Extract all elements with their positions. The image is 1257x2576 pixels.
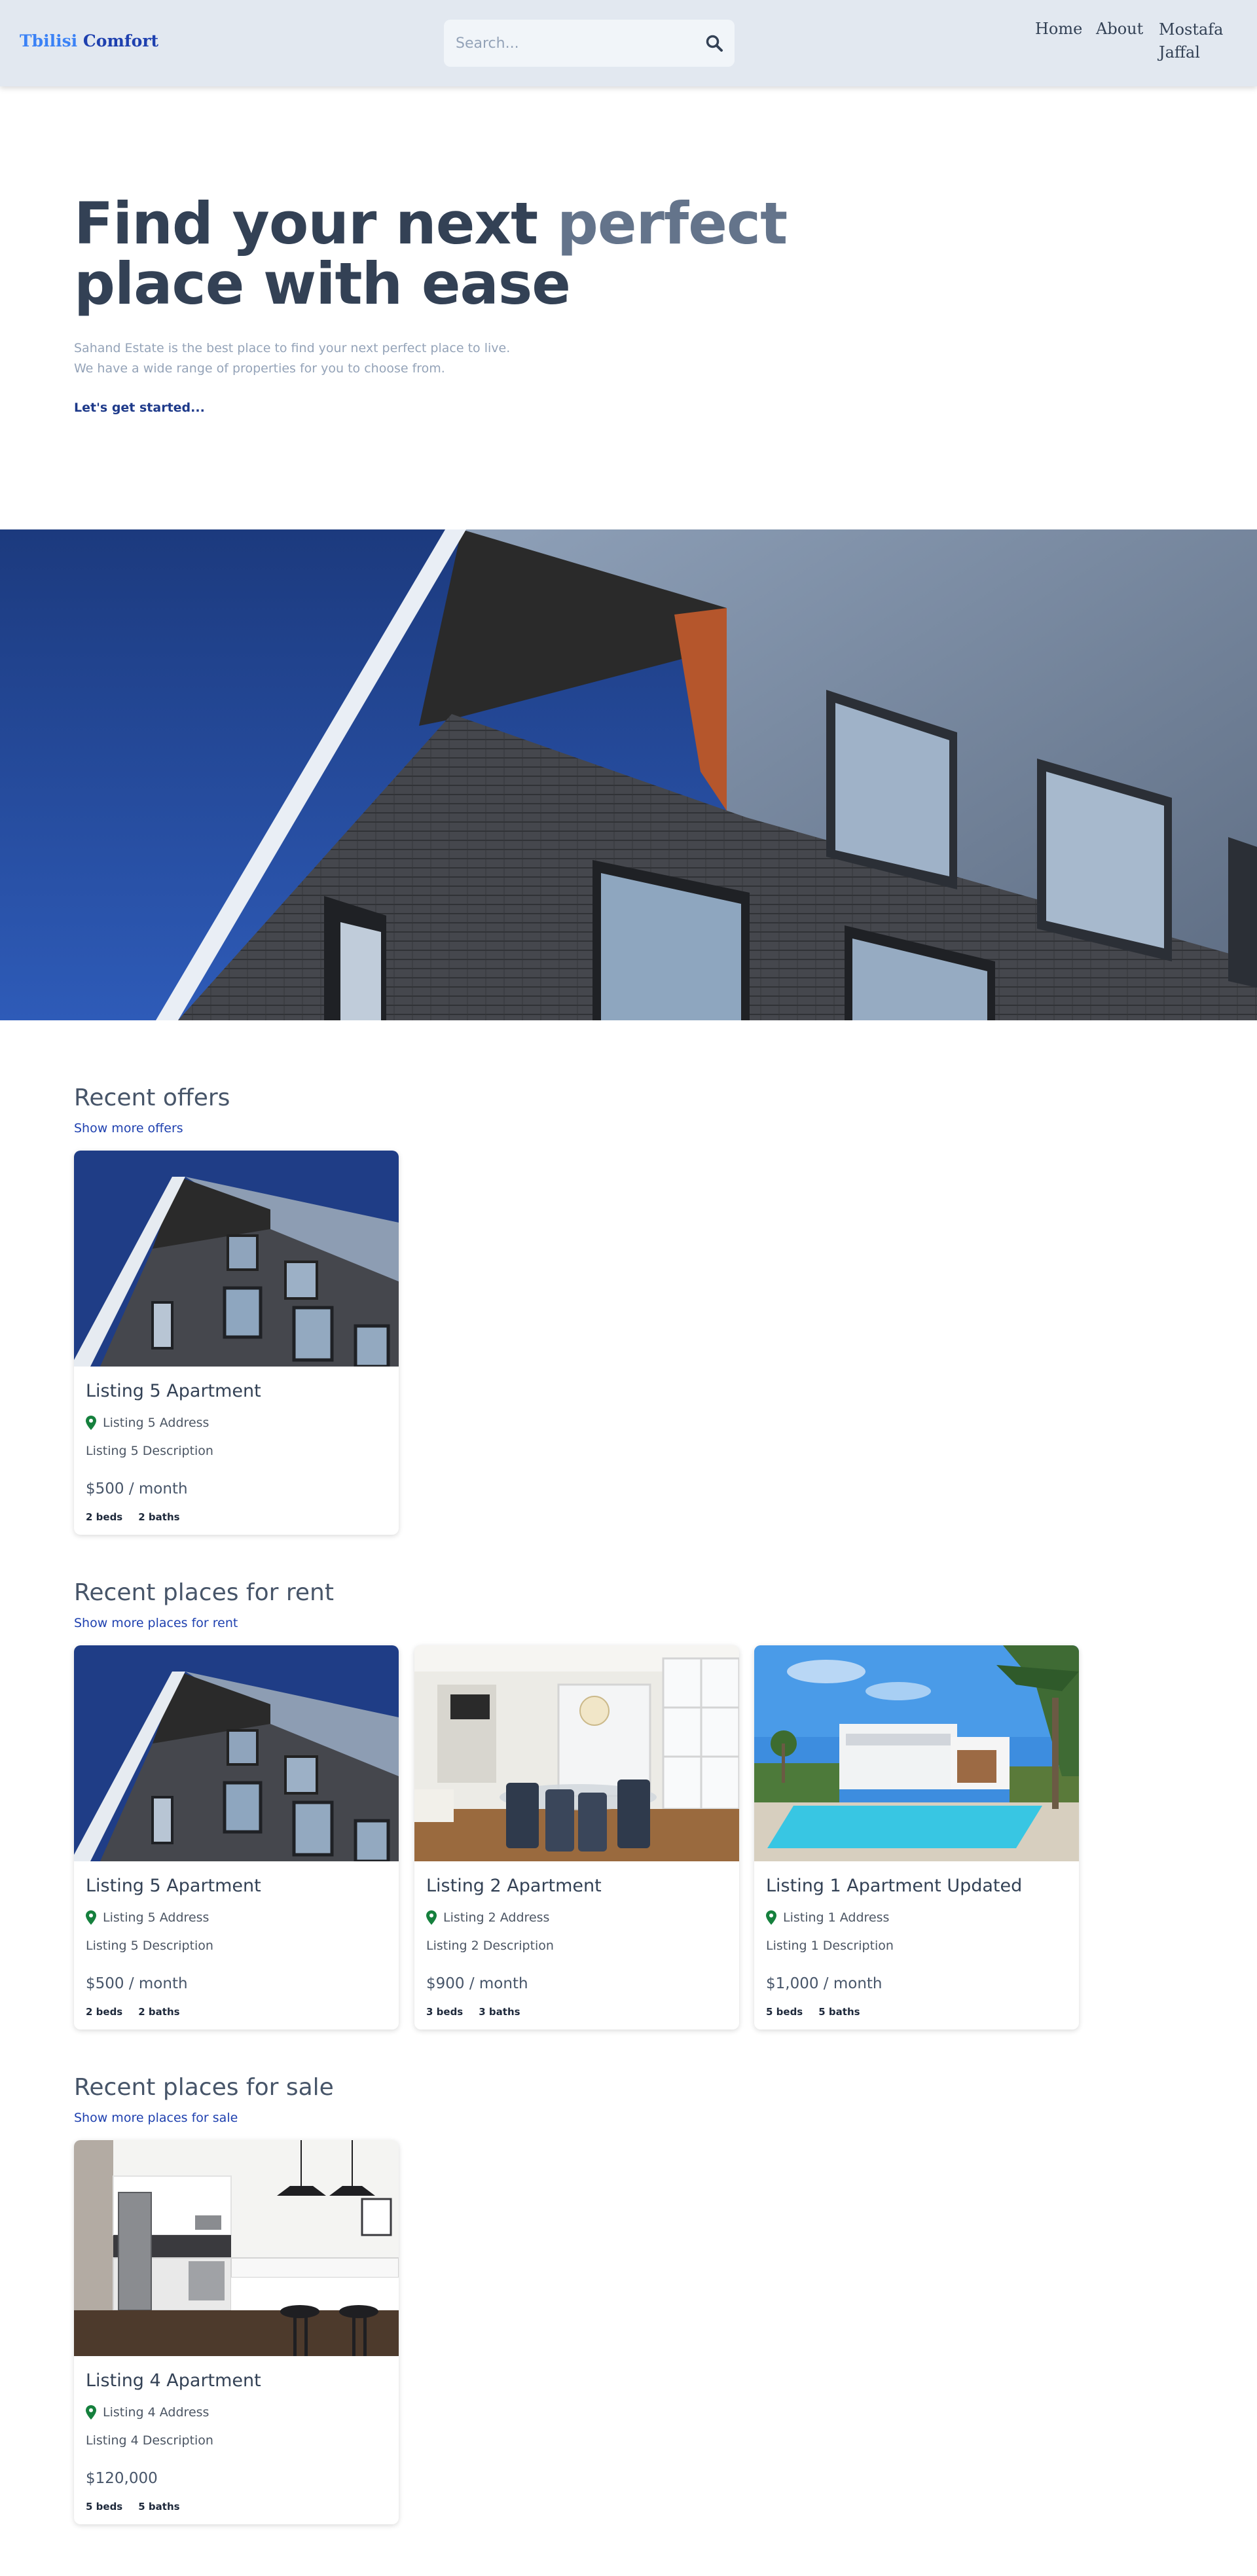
listing-meta: 3 beds 3 baths [426, 2006, 520, 2018]
search-input[interactable] [456, 20, 691, 67]
map-pin-icon [86, 1416, 96, 1430]
listing-baths: 3 baths [479, 2006, 520, 2018]
hero-subtitle-line-2: We have a wide range of properties for y… [74, 361, 445, 376]
hero-title-part-1: Find your next [74, 190, 538, 257]
listing-price: $500 / month [86, 1975, 188, 1992]
listing-price: $500 / month [86, 1480, 188, 1497]
listing-address: Listing 1 Address [766, 1910, 889, 1925]
listing-image [74, 1645, 399, 1861]
listing-meta: 2 beds 2 baths [86, 1511, 180, 1523]
listing-meta: 5 beds 5 baths [766, 2006, 860, 2018]
brand-logo[interactable]: Tbilisi Comfort [20, 31, 158, 50]
listing-title: Listing 2 Apartment [426, 1876, 602, 1896]
listing-address-text: Listing 2 Address [443, 1910, 550, 1925]
show-more-sale-link[interactable]: Show more places for sale [74, 2111, 238, 2125]
site-header: Tbilisi Comfort Home About Mostafa Jaffa… [0, 0, 1257, 86]
map-pin-icon [426, 1910, 437, 1925]
show-more-rent-link[interactable]: Show more places for rent [74, 1616, 238, 1630]
listing-beds: 5 beds [86, 2501, 123, 2513]
listing-meta: 2 beds 2 baths [86, 2006, 180, 2018]
hero-banner-image [0, 529, 1257, 1020]
listing-baths: 5 baths [818, 2006, 860, 2018]
nav-home-link[interactable]: Home [1035, 20, 1082, 38]
show-more-offers-link[interactable]: Show more offers [74, 1121, 183, 1136]
listing-baths: 2 baths [138, 2006, 180, 2018]
listing-image [74, 1151, 399, 1367]
listing-address: Listing 2 Address [426, 1910, 549, 1925]
hero-subtitle: Sahand Estate is the best place to find … [74, 338, 510, 379]
listing-card[interactable]: Listing 2 Apartment Listing 2 Address Li… [414, 1645, 739, 2030]
listing-price: $120,000 [86, 2470, 158, 2487]
hero-title-accent: perfect [556, 190, 788, 257]
hero-title: Find your next perfect place with ease [74, 194, 860, 314]
brand-part-1: Tbilisi [20, 31, 78, 50]
search-bar [444, 20, 735, 67]
listing-meta: 5 beds 5 baths [86, 2501, 180, 2513]
listing-address-text: Listing 4 Address [103, 2405, 210, 2420]
get-started-link[interactable]: Let's get started... [74, 401, 205, 415]
nav-user-link[interactable]: Mostafa Jaffal [1159, 18, 1244, 64]
listing-title: Listing 1 Apartment Updated [766, 1876, 1023, 1896]
listing-description: Listing 5 Description [86, 1939, 213, 1953]
nav-about-link[interactable]: About [1096, 20, 1143, 38]
section-title-sale: Recent places for sale [74, 2074, 334, 2101]
listing-address-text: Listing 5 Address [103, 1910, 210, 1925]
listing-card[interactable]: Listing 1 Apartment Updated Listing 1 Ad… [754, 1645, 1079, 2030]
listing-price: $900 / month [426, 1975, 528, 1992]
listing-card[interactable]: Listing 5 Apartment Listing 5 Address Li… [74, 1645, 399, 2030]
listing-description: Listing 5 Description [86, 1444, 213, 1458]
listing-price: $1,000 / month [766, 1975, 883, 1992]
listing-image [74, 2140, 399, 2356]
listing-beds: 2 beds [86, 1511, 123, 1523]
map-pin-icon [86, 1910, 96, 1925]
listing-card[interactable]: Listing 5 Apartment Listing 5 Address Li… [74, 1151, 399, 1535]
section-title-rent: Recent places for rent [74, 1579, 334, 1606]
listing-description: Listing 1 Description [766, 1939, 894, 1953]
search-icon[interactable] [704, 33, 724, 53]
listing-description: Listing 4 Description [86, 2433, 213, 2448]
listing-beds: 2 beds [86, 2006, 123, 2018]
listing-baths: 2 baths [138, 1511, 180, 1523]
listing-title: Listing 5 Apartment [86, 1381, 261, 1401]
hero-title-part-2: place with ease [74, 250, 571, 317]
listing-image [754, 1645, 1079, 1861]
listing-title: Listing 4 Apartment [86, 2370, 261, 2391]
listing-beds: 5 beds [766, 2006, 803, 2018]
hero-subtitle-line-1: Sahand Estate is the best place to find … [74, 341, 511, 355]
listing-address: Listing 5 Address [86, 1910, 209, 1925]
listing-address: Listing 4 Address [86, 2405, 209, 2420]
listing-baths: 5 baths [138, 2501, 180, 2513]
listing-address-text: Listing 5 Address [103, 1416, 210, 1430]
listing-title: Listing 5 Apartment [86, 1876, 261, 1896]
listing-card[interactable]: Listing 4 Apartment Listing 4 Address Li… [74, 2140, 399, 2524]
brand-part-2: Comfort [82, 31, 159, 50]
listing-beds: 3 beds [426, 2006, 464, 2018]
map-pin-icon [766, 1910, 776, 1925]
map-pin-icon [86, 2405, 96, 2420]
listing-description: Listing 2 Description [426, 1939, 554, 1953]
listing-address: Listing 5 Address [86, 1416, 209, 1430]
section-title-offers: Recent offers [74, 1084, 230, 1111]
listing-address-text: Listing 1 Address [783, 1910, 890, 1925]
listing-image [414, 1645, 739, 1861]
